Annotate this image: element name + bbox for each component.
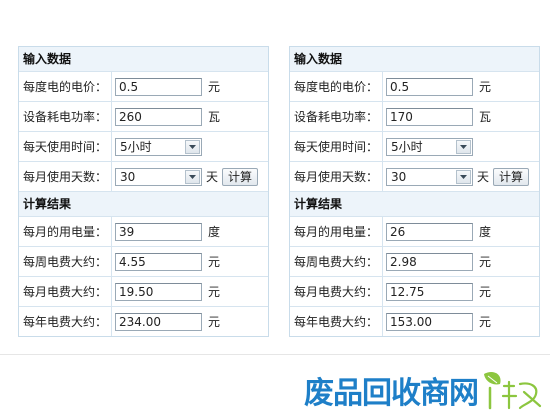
week-cost-row: 每周电费大约： 元 [290, 247, 539, 277]
week-cost-label: 每周电费大约： [290, 247, 383, 276]
price-label: 每度电的电价： [290, 72, 383, 101]
usage-output[interactable] [386, 222, 473, 241]
hours-row: 每天使用时间： 5小时 [290, 132, 539, 162]
week-cost-unit: 元 [208, 255, 221, 269]
hours-row: 每天使用时间： 5小时 [19, 132, 268, 162]
calculator-panel-left: 输入数据 每度电的电价： 元 设备耗电功率： 瓦 每天使用时间： 5小时 每月使… [18, 46, 269, 337]
power-input[interactable] [115, 107, 202, 126]
usage-row: 每月的用电量： 度 [290, 217, 539, 247]
week-cost-output[interactable] [115, 252, 202, 271]
price-input[interactable] [115, 77, 202, 96]
days-label: 每月使用天数： [290, 162, 383, 191]
hours-select-value: 5小时 [120, 140, 152, 154]
month-cost-output[interactable] [115, 282, 202, 301]
chevron-down-icon[interactable] [456, 139, 471, 154]
year-cost-label: 每年电费大约： [19, 307, 112, 336]
input-section-title: 输入数据 [290, 47, 539, 72]
days-select-value: 30 [391, 169, 407, 184]
divider-line [0, 354, 550, 355]
year-cost-output[interactable] [386, 312, 473, 331]
month-cost-label: 每月电费大约： [290, 277, 383, 306]
power-row: 设备耗电功率： 瓦 [290, 102, 539, 132]
days-unit: 天 [477, 170, 490, 184]
month-cost-row: 每月电费大约： 元 [19, 277, 268, 307]
input-section-title: 输入数据 [19, 47, 268, 72]
year-cost-unit: 元 [479, 315, 492, 329]
year-cost-output[interactable] [115, 312, 202, 331]
price-unit: 元 [479, 80, 492, 94]
hours-label: 每天使用时间： [19, 132, 112, 161]
usage-unit: 度 [208, 225, 221, 239]
hours-select[interactable]: 5小时 [386, 137, 473, 156]
svg-text:废品回收商网: 废品回收商网 [304, 376, 478, 411]
days-row: 每月使用天数： 30 天 计算 [290, 162, 539, 192]
result-section-title: 计算结果 [290, 192, 539, 217]
chevron-down-icon[interactable] [185, 139, 200, 154]
days-select-value: 30 [120, 169, 136, 184]
power-label: 设备耗电功率： [290, 102, 383, 131]
days-select[interactable]: 30 [386, 167, 473, 186]
week-cost-output[interactable] [386, 252, 473, 271]
power-row: 设备耗电功率： 瓦 [19, 102, 268, 132]
days-select[interactable]: 30 [115, 167, 202, 186]
power-unit: 瓦 [479, 110, 492, 124]
month-cost-label: 每月电费大约： [19, 277, 112, 306]
price-input[interactable] [386, 77, 473, 96]
chevron-down-icon[interactable] [456, 169, 471, 184]
usage-label: 每月的用电量： [290, 217, 383, 246]
hours-select-value: 5小时 [391, 140, 423, 154]
year-cost-row: 每年电费大约： 元 [290, 307, 539, 336]
month-cost-output[interactable] [386, 282, 473, 301]
price-row: 每度电的电价： 元 [290, 72, 539, 102]
price-unit: 元 [208, 80, 221, 94]
usage-unit: 度 [479, 225, 492, 239]
usage-label: 每月的用电量： [19, 217, 112, 246]
power-unit: 瓦 [208, 110, 221, 124]
price-label: 每度电的电价： [19, 72, 112, 101]
year-cost-row: 每年电费大约： 元 [19, 307, 268, 336]
calculate-button[interactable]: 计算 [222, 167, 259, 186]
month-cost-row: 每月电费大约： 元 [290, 277, 539, 307]
result-section-title: 计算结果 [19, 192, 268, 217]
week-cost-row: 每周电费大约： 元 [19, 247, 268, 277]
power-label: 设备耗电功率： [19, 102, 112, 131]
days-unit: 天 [206, 170, 219, 184]
month-cost-unit: 元 [208, 285, 221, 299]
month-cost-unit: 元 [479, 285, 492, 299]
days-row: 每月使用天数： 30 天 计算 [19, 162, 268, 192]
watermark-logo: 废品回收商网 [304, 370, 550, 413]
calculator-panel-right: 输入数据 每度电的电价： 元 设备耗电功率： 瓦 每天使用时间： 5小时 每月使… [289, 46, 540, 337]
power-input[interactable] [386, 107, 473, 126]
usage-row: 每月的用电量： 度 [19, 217, 268, 247]
days-label: 每月使用天数： [19, 162, 112, 191]
hours-label: 每天使用时间： [290, 132, 383, 161]
calculate-button[interactable]: 计算 [493, 167, 530, 186]
year-cost-unit: 元 [208, 315, 221, 329]
price-row: 每度电的电价： 元 [19, 72, 268, 102]
hours-select[interactable]: 5小时 [115, 137, 202, 156]
week-cost-unit: 元 [479, 255, 492, 269]
chevron-down-icon[interactable] [185, 169, 200, 184]
year-cost-label: 每年电费大约： [290, 307, 383, 336]
week-cost-label: 每周电费大约： [19, 247, 112, 276]
usage-output[interactable] [115, 222, 202, 241]
